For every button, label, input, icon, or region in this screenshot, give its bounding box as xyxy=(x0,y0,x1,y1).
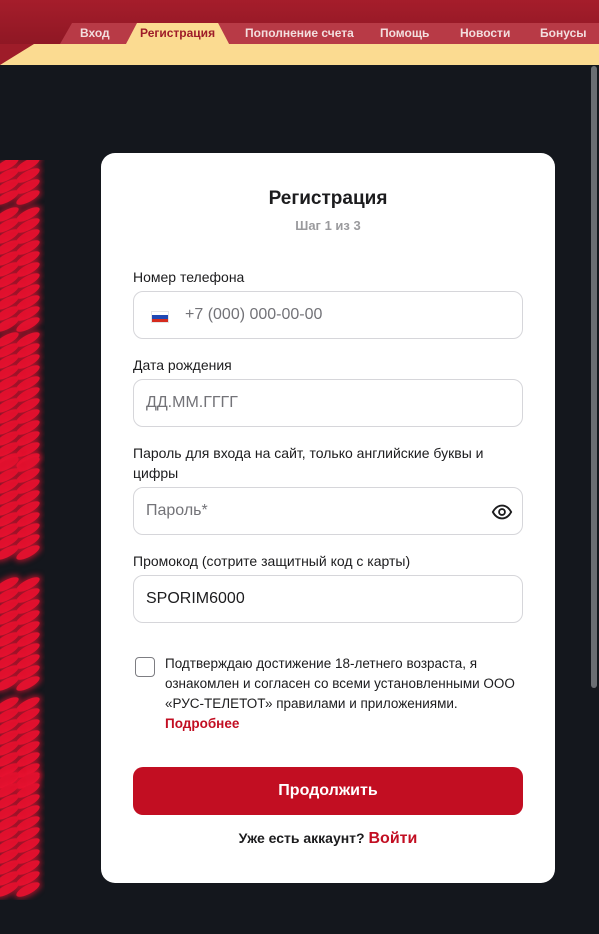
background-decoration xyxy=(0,160,45,900)
nav-item-news[interactable]: Новости xyxy=(460,23,510,44)
top-navigation: Вход Регистрация Пополнение счета Помощь… xyxy=(0,0,599,65)
eye-icon[interactable] xyxy=(491,501,513,523)
phone-field[interactable]: +7 (000) 000-00-00 xyxy=(133,291,523,339)
birthdate-field[interactable]: ДД.ММ.ГГГГ xyxy=(133,379,523,427)
phone-placeholder: +7 (000) 000-00-00 xyxy=(185,306,323,323)
nav-accent-strip xyxy=(0,44,599,65)
nav-menu: Вход Регистрация Пополнение счета Помощь… xyxy=(0,23,599,44)
promo-label: Промокод (сотрите защитный код с карты) xyxy=(133,553,411,569)
nav-item-registration[interactable]: Регистрация xyxy=(126,23,229,44)
birthdate-placeholder: ДД.ММ.ГГГГ xyxy=(146,394,238,411)
login-prompt-text: Уже есть аккаунт? xyxy=(238,830,365,846)
nav-item-bonuses[interactable]: Бонусы xyxy=(540,23,587,44)
password-label: Пароль для входа на сайт, только английс… xyxy=(133,445,484,481)
page-scrollbar[interactable] xyxy=(591,66,597,688)
birthdate-label: Дата рождения xyxy=(133,357,232,373)
consent-checkbox[interactable] xyxy=(135,657,155,677)
consent-text: Подтверждаю достижение 18-летнего возрас… xyxy=(165,656,515,711)
russia-flag-icon xyxy=(151,311,169,323)
continue-button[interactable]: Продолжить xyxy=(133,767,523,815)
password-field[interactable]: Пароль* xyxy=(133,487,523,535)
login-prompt: Уже есть аккаунт? Войти xyxy=(101,830,555,848)
phone-label: Номер телефона xyxy=(133,269,245,285)
more-link[interactable]: Подробнее xyxy=(165,714,525,734)
page-title: Регистрация xyxy=(268,188,388,209)
step-indicator: Шаг 1 из 3 xyxy=(295,218,361,233)
consent-text-block: Подтверждаю достижение 18-летнего возрас… xyxy=(165,654,525,734)
nav-item-help[interactable]: Помощь xyxy=(380,23,429,44)
promo-value: SPORIM6000 xyxy=(146,590,245,607)
registration-card: Регистрация Шаг 1 из 3 Номер телефона +7… xyxy=(101,153,555,883)
login-link[interactable]: Войти xyxy=(368,830,417,847)
password-placeholder: Пароль* xyxy=(146,502,208,519)
promo-field[interactable]: SPORIM6000 xyxy=(133,575,523,623)
nav-item-deposit[interactable]: Пополнение счета xyxy=(245,23,354,44)
nav-item-login[interactable]: Вход xyxy=(80,23,110,44)
